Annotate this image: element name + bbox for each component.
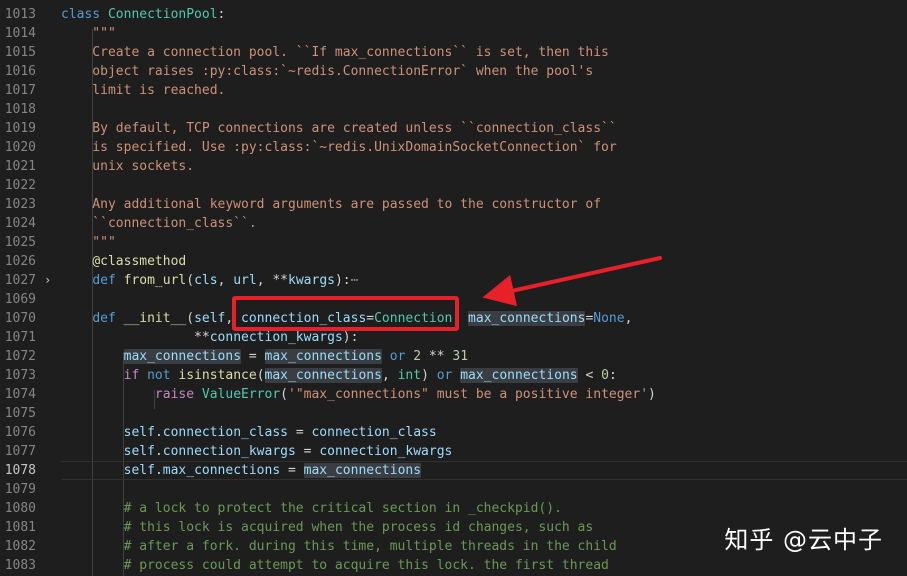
- arrow-shaft: [482, 256, 662, 307]
- annotation-arrow: [482, 256, 662, 307]
- zhihu-watermark: 知乎 @云中子: [724, 526, 883, 554]
